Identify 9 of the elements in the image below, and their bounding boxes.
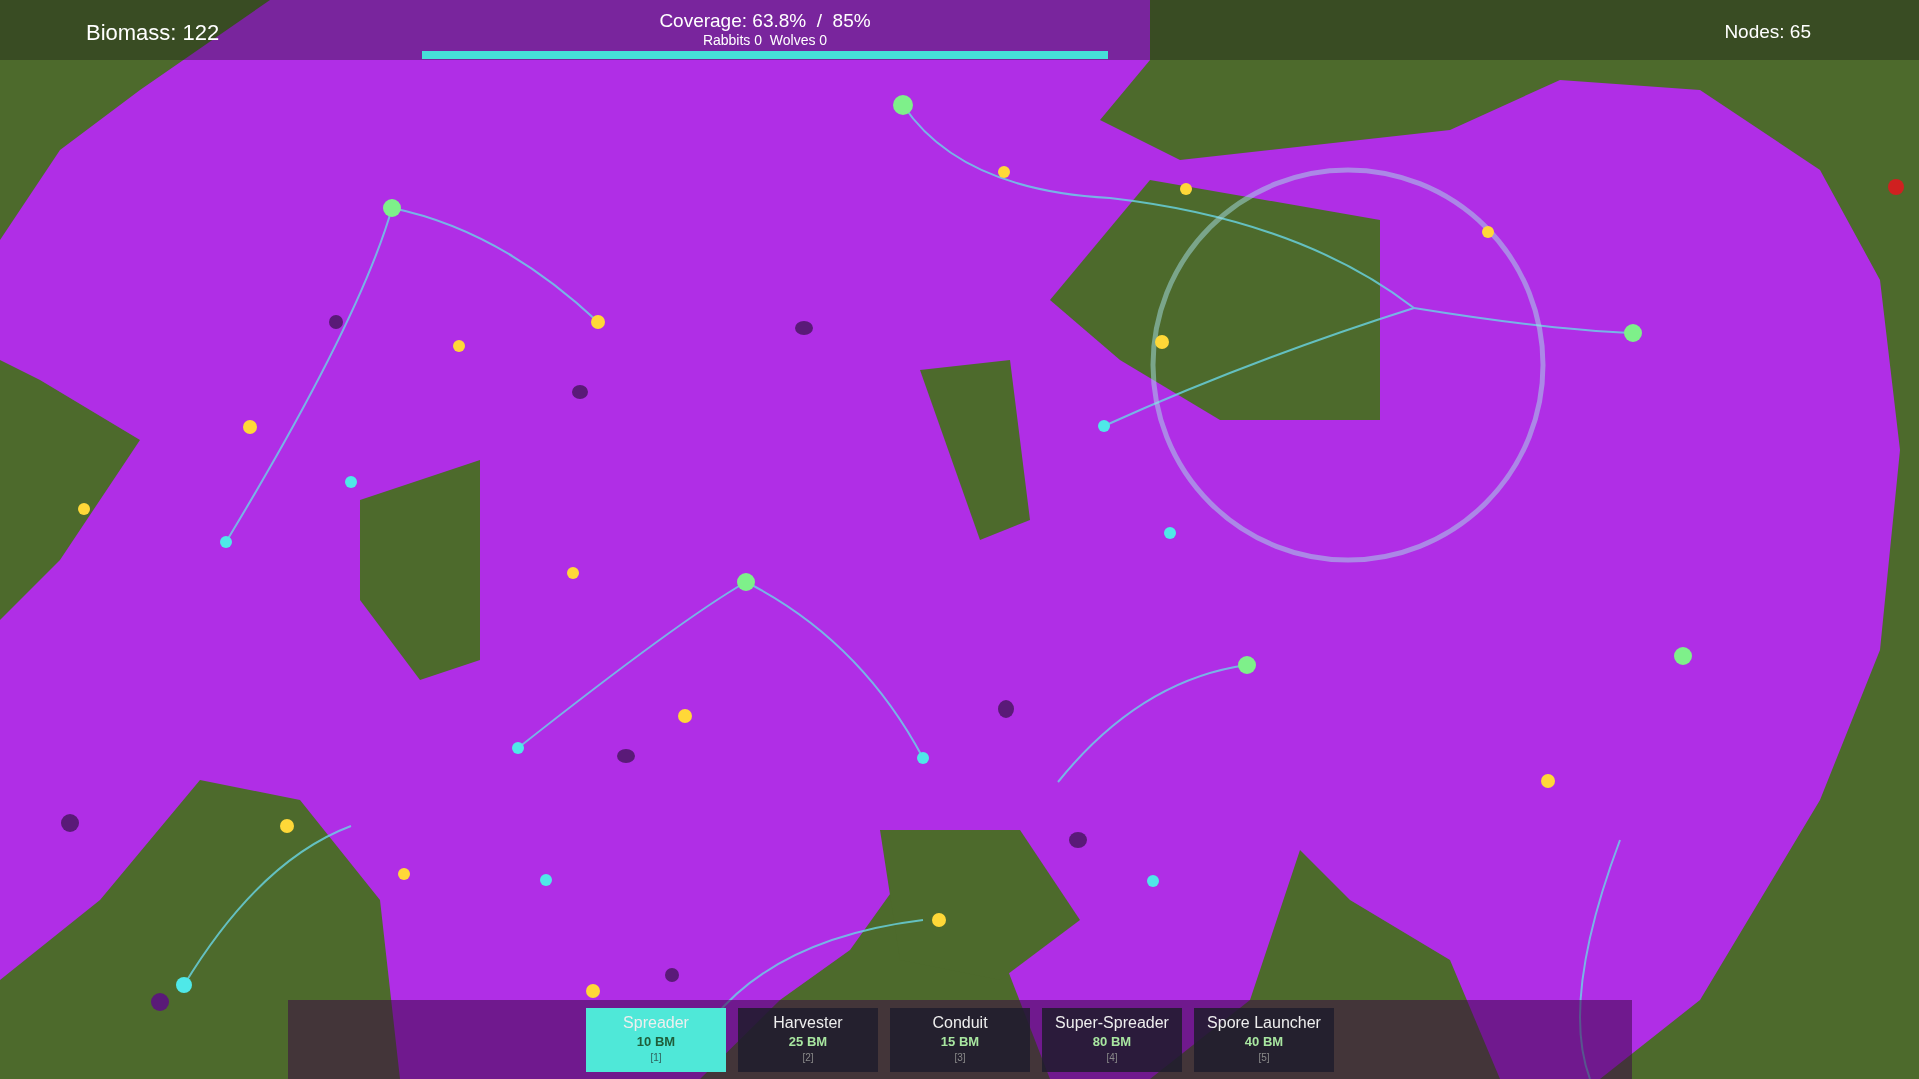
build-option[interactable]: Super-Spreader 80 BM [4]: [1042, 1008, 1182, 1072]
build-option[interactable]: Spore Launcher 40 BM [5]: [1194, 1008, 1334, 1072]
node-counter: Nodes: 65: [1724, 20, 1811, 44]
animal-counter: Rabbits 0 Wolves 0: [702, 32, 828, 48]
build-option[interactable]: Spreader 10 BM [1]: [586, 1008, 726, 1072]
coverage-label: Coverage: 63.8% / 85%: [659, 10, 871, 32]
biomass-counter: Biomass: 122: [86, 19, 220, 47]
build-option[interactable]: Harvester 25 BM [2]: [738, 1008, 878, 1072]
build-option[interactable]: Conduit 15 BM [3]: [890, 1008, 1030, 1072]
